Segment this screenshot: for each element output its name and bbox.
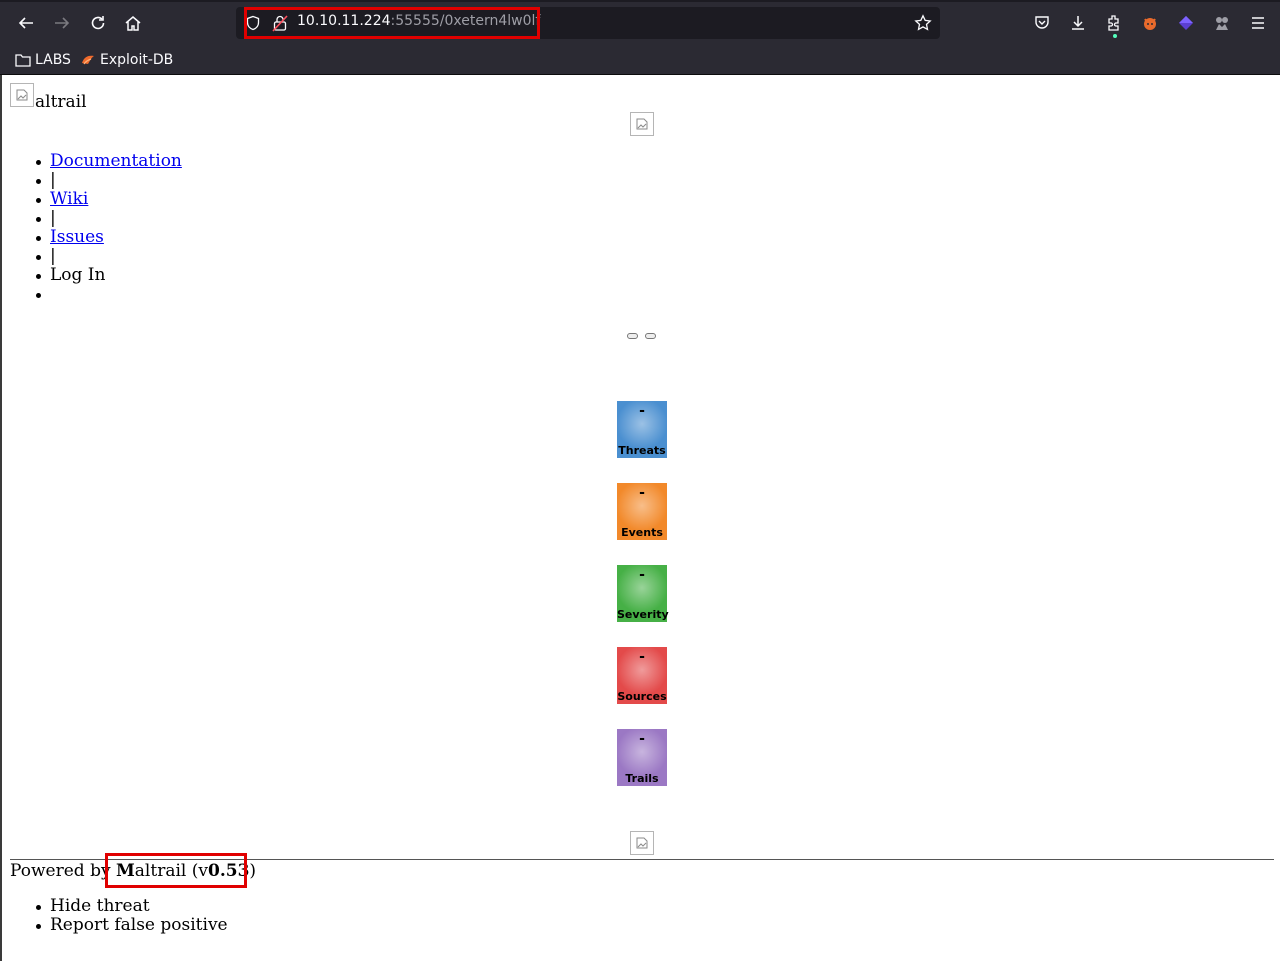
nav-item-login[interactable]: Log In (34, 266, 182, 285)
reload-icon (91, 16, 105, 30)
broken-image-icon (636, 837, 648, 849)
bookmark-label: Exploit-DB (100, 52, 174, 68)
stat-label: Sources (617, 690, 667, 703)
app-menu-button[interactable] (1243, 8, 1273, 38)
star-icon[interactable] (914, 14, 932, 32)
downloads-button[interactable] (1063, 8, 1093, 38)
stat-value: - (639, 485, 645, 501)
logo-text: altrail (35, 92, 87, 112)
url-annotation-box (244, 7, 540, 39)
nav-link-wiki[interactable]: Wiki (50, 189, 88, 209)
nav-item-documentation[interactable]: Documentation (34, 152, 182, 171)
bookmark-exploit-db[interactable]: Exploit-DB (80, 50, 173, 70)
nav-item-issues[interactable]: Issues (34, 228, 182, 247)
nav-separator: | (34, 209, 182, 228)
browser-chrome: 10.10.11.224:55555/0xetern4lw0lf LABS Ex… (0, 0, 1280, 75)
stat-label: Severity (617, 608, 669, 621)
powered-prefix: Powered by (10, 861, 111, 881)
forward-button[interactable] (47, 8, 77, 38)
window-top-border (0, 0, 1280, 2)
nav-separator: | (34, 247, 182, 266)
foxyproxy-icon (1144, 18, 1156, 30)
stat-box-threats[interactable]: - Threats (617, 401, 667, 458)
reload-button[interactable] (83, 8, 113, 38)
logo-image (10, 83, 34, 107)
extensions-icon (1108, 15, 1119, 31)
bookmark-label: LABS (35, 52, 71, 68)
menu-item-hide-threat[interactable]: Hide threat (34, 897, 228, 916)
extension-puzzle-button[interactable] (1207, 8, 1237, 38)
bookmarks-toolbar: LABS Exploit-DB (0, 46, 1280, 74)
menu-item-report-false-positive[interactable]: Report false positive (34, 916, 228, 935)
extension-cube-icon (1179, 16, 1193, 30)
extension-cube-button[interactable] (1171, 8, 1201, 38)
stat-value: - (639, 731, 645, 747)
stat-label: Events (621, 526, 663, 539)
stat-label: Threats (618, 444, 666, 457)
header-image (630, 112, 654, 136)
menu-icon (1252, 17, 1264, 29)
foxyproxy-button[interactable] (1135, 8, 1165, 38)
extensions-button[interactable] (1099, 8, 1129, 38)
version-close: ) (249, 861, 257, 881)
nav-item-empty (34, 285, 182, 304)
window-left-border (0, 75, 2, 961)
stat-label: Trails (625, 772, 659, 785)
stat-value: - (639, 649, 645, 665)
download-icon (1072, 16, 1084, 30)
extension-puzzle-icon (1216, 17, 1228, 30)
stat-box-sources[interactable]: - Sources (617, 647, 667, 704)
stat-box-events[interactable]: - Events (617, 483, 667, 540)
footer-image (630, 831, 654, 855)
home-button[interactable] (118, 8, 148, 38)
period-button-left[interactable] (627, 333, 638, 339)
home-icon (125, 16, 141, 31)
period-button-right[interactable] (645, 333, 656, 339)
back-icon (18, 17, 33, 29)
exploit-db-icon (82, 55, 94, 65)
page-content: altrail Documentation | Wiki | Issues | … (0, 75, 1280, 961)
nav-separator: | (34, 171, 182, 190)
stat-box-severity[interactable]: - Severity (617, 565, 669, 622)
context-menu: Hide threat Report false positive (34, 897, 228, 935)
forward-icon (55, 17, 70, 29)
pocket-icon (1035, 16, 1049, 29)
stat-box-trails[interactable]: - Trails (617, 729, 667, 786)
nav-link-documentation[interactable]: Documentation (50, 151, 182, 171)
pocket-button[interactable] (1027, 8, 1057, 38)
nav-item-wiki[interactable]: Wiki (34, 190, 182, 209)
version-annotation-box (105, 853, 247, 888)
header-nav: Documentation | Wiki | Issues | Log In (34, 152, 182, 304)
folder-icon (15, 54, 31, 67)
bookmark-labs[interactable]: LABS (15, 50, 71, 70)
broken-image-icon (636, 118, 648, 130)
nav-link-issues[interactable]: Issues (50, 227, 104, 247)
stat-value: - (639, 567, 645, 583)
back-button[interactable] (11, 8, 41, 38)
broken-image-icon (16, 89, 28, 101)
stat-value: - (639, 403, 645, 419)
